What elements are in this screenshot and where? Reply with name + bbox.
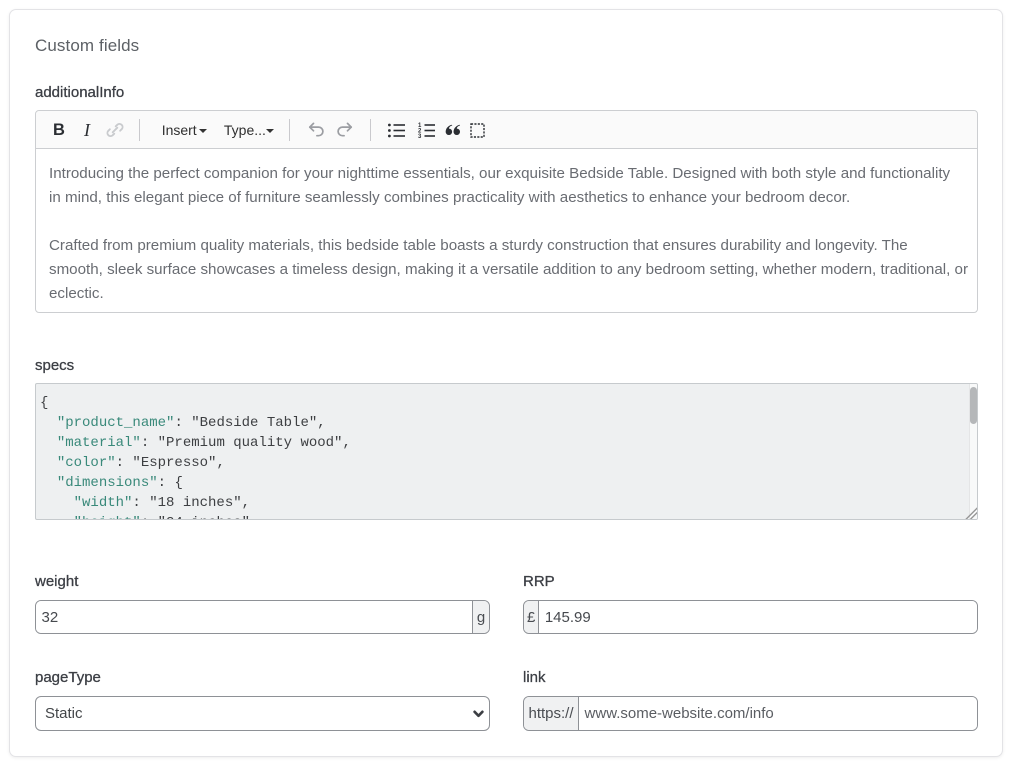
svg-text:3: 3 [418,134,422,139]
